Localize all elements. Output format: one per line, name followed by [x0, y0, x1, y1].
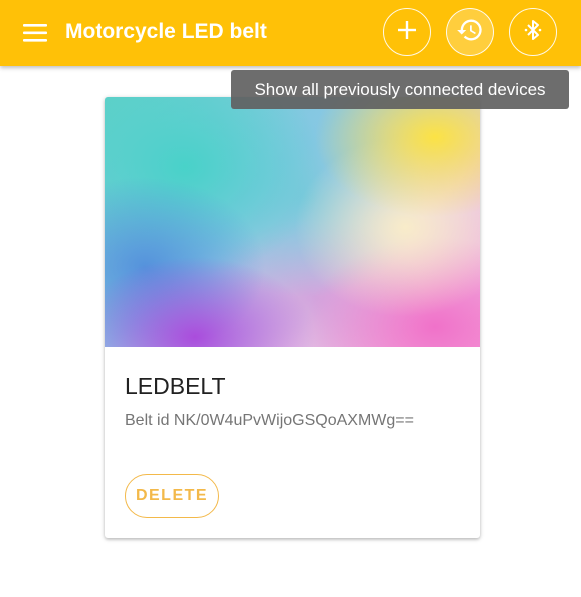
- app-title: Motorcycle LED belt: [65, 20, 267, 43]
- bluetooth-icon: [521, 18, 545, 47]
- device-name: LEDBELT: [125, 373, 226, 399]
- add-device-button[interactable]: [383, 8, 431, 56]
- card-image: [105, 97, 480, 347]
- history-icon: [456, 16, 484, 49]
- hamburger-menu-icon[interactable]: [22, 22, 48, 44]
- history-tooltip: Show all previously connected devices: [231, 70, 569, 109]
- app-bar: Motorcycle LED belt: [0, 0, 581, 66]
- delete-button[interactable]: DELETE: [125, 474, 219, 518]
- device-card: LEDBELT Belt id NK/0W4uPvWijoGSQoAXMWg==…: [105, 97, 480, 538]
- device-id: Belt id NK/0W4uPvWijoGSQoAXMWg==: [125, 412, 414, 429]
- bluetooth-button[interactable]: [509, 8, 557, 56]
- history-button[interactable]: [446, 8, 494, 56]
- plus-icon: [395, 18, 419, 47]
